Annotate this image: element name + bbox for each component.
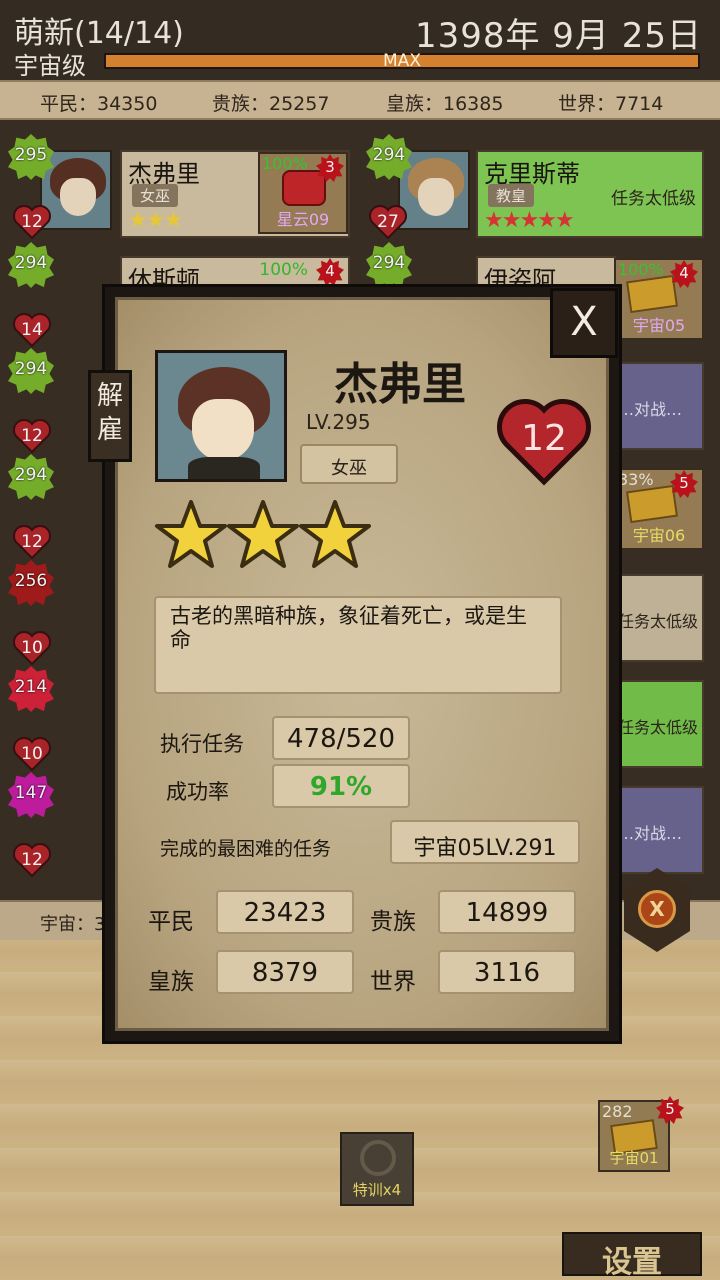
hero-portrait-large: [155, 350, 287, 482]
xp-bar: MAX: [104, 51, 700, 71]
commoner-pop: 平民：34350: [40, 93, 158, 115]
game-date: 1398年 9月 25日: [414, 16, 702, 56]
royal-pop: 皇族：16385: [386, 93, 504, 115]
heart-icon: 12: [496, 396, 592, 488]
noble-pop: 贵族：25257: [212, 93, 330, 115]
dismiss-button[interactable]: 解雇: [88, 370, 132, 462]
star-icon: [299, 500, 371, 568]
population-bar: 平民：34350 贵族：25257 皇族：16385 世界：7714: [0, 80, 720, 120]
noble-label: 贵族: [370, 909, 416, 935]
hero-description: 古老的黑暗种族，象征着死亡，或是生命: [154, 596, 562, 694]
hero-name-title: 杰弗里: [334, 359, 466, 410]
world-pop: 世界：7714: [558, 93, 664, 115]
hero-level: LV.295: [306, 410, 371, 434]
hero-star-rating: [154, 498, 384, 578]
success-label: 成功率: [166, 780, 229, 804]
hero-class-tag: 女巫: [300, 444, 398, 484]
royal-label: 皇族: [148, 969, 194, 995]
hardest-task-value-box: 宇宙05LV.291: [390, 820, 580, 864]
top-header: 萌新(14/14) 宇宙级 1398年 9月 25日 MAX: [0, 0, 720, 80]
world-value-box: 3116: [438, 950, 576, 994]
tasks-value-box: 478/520: [272, 716, 410, 760]
commoner-label: 平民: [148, 909, 194, 935]
success-value-box: 91%: [272, 764, 410, 808]
xp-max-label: MAX: [383, 51, 421, 71]
guild-rank: 宇宙级: [14, 52, 86, 80]
tasks-label: 执行任务: [160, 732, 244, 756]
star-icon: [227, 500, 299, 568]
hardest-task-label: 完成的最困难的任务: [160, 838, 332, 860]
star-icon: [155, 500, 227, 568]
royal-value-box: 8379: [216, 950, 354, 994]
close-button[interactable]: X: [550, 288, 618, 358]
world-label: 世界: [370, 969, 416, 995]
noble-value-box: 14899: [438, 890, 576, 934]
commoner-value-box: 23423: [216, 890, 354, 934]
